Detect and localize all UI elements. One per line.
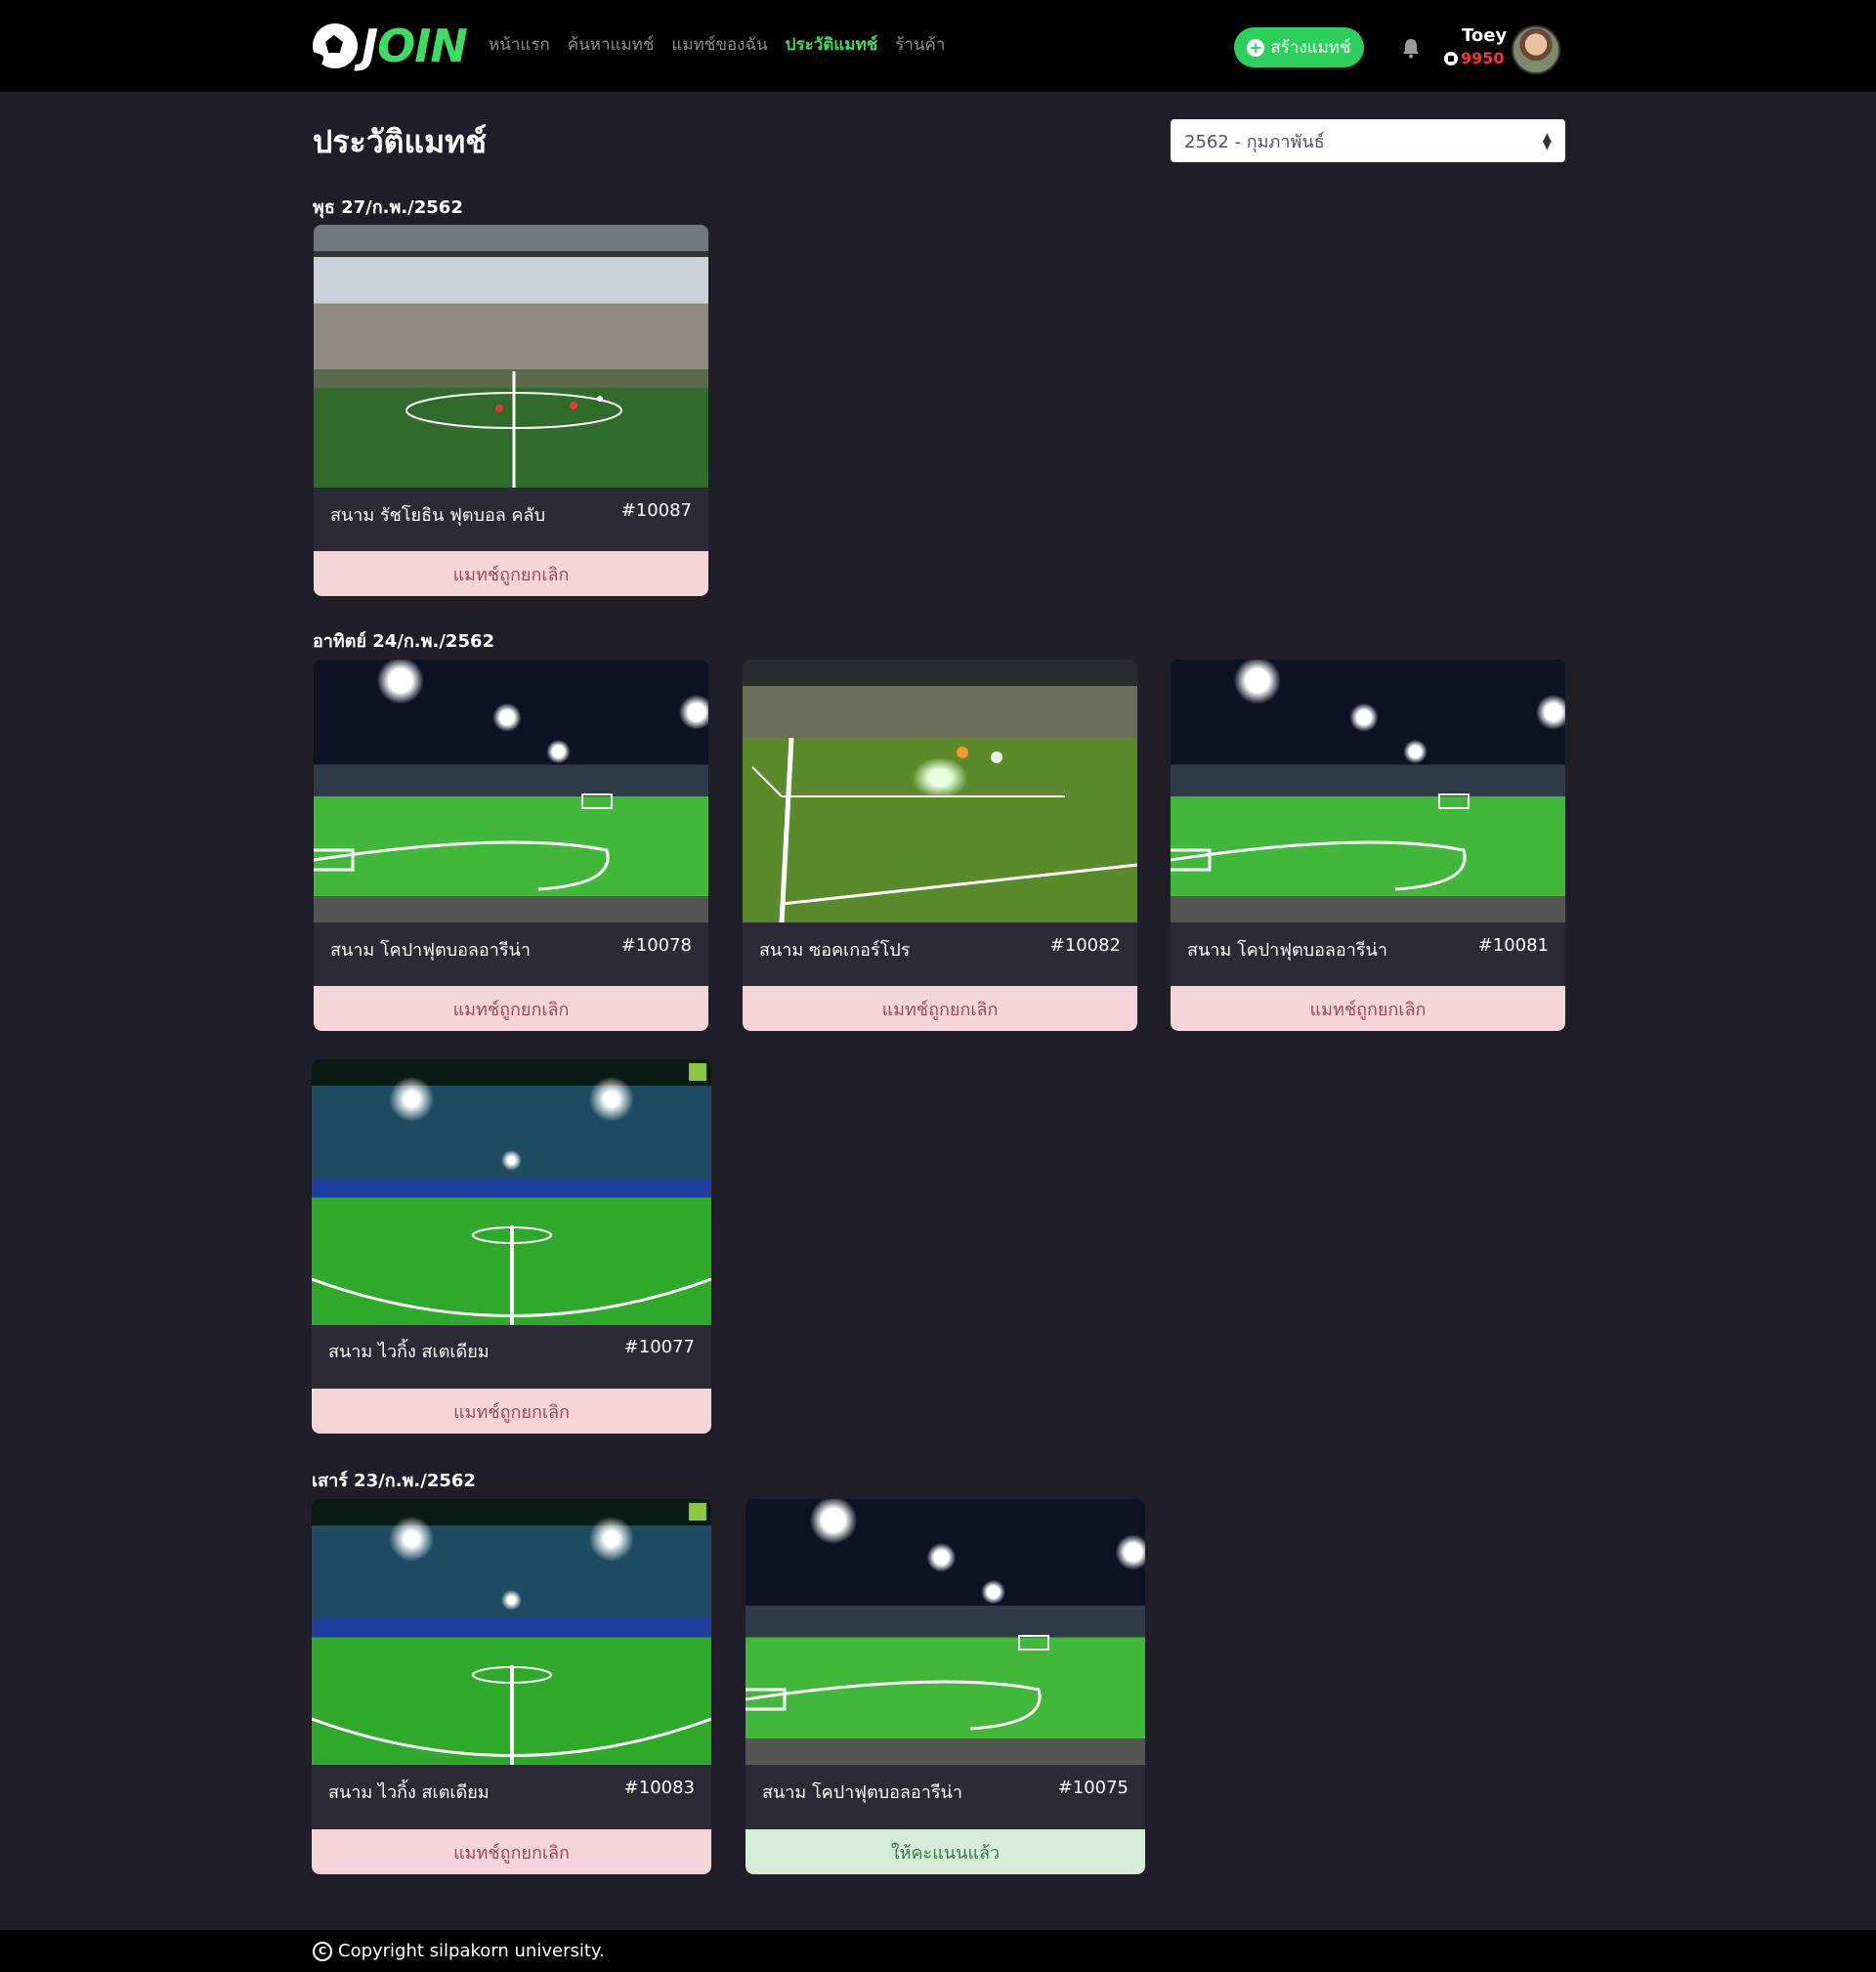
field-lines <box>312 1063 711 1325</box>
logo-text: JOIN <box>362 20 468 72</box>
match-code: #10078 <box>620 935 692 956</box>
match-code: #10083 <box>623 1778 695 1798</box>
venue-image <box>312 1499 711 1765</box>
ball-logo-icon <box>313 23 358 68</box>
nav-find-match[interactable]: ค้นหาแมทช์ <box>568 31 655 58</box>
venue-name: สนาม ไวกิ้ง สเตเดียม <box>328 1782 490 1803</box>
venue-name: สนาม ไวกิ้ง สเตเดียม <box>328 1342 490 1362</box>
match-card[interactable]: สนาม โคปาฟุตบอลอารีน่า #10075 ให้คะแนนแล… <box>746 1499 1145 1874</box>
venue-image <box>743 660 1137 922</box>
field-lines <box>1171 793 1470 891</box>
main-nav: หน้าแรก ค้นหาแมทช์ แมทช์ของฉัน ประวัติแม… <box>489 31 945 58</box>
logo-text-right: OIN <box>377 20 468 72</box>
avatar[interactable] <box>1512 25 1560 74</box>
status-badge: แมทช์ถูกยกเลิก <box>312 1389 711 1434</box>
venue-name: สนาม โคปาฟุตบอลอารีน่า <box>1187 940 1387 961</box>
footer: C Copyright silpakorn university. <box>0 1930 1876 1972</box>
match-card[interactable]: สนาม ไวกิ้ง สเตเดียม #10083 แมทช์ถูกยกเล… <box>312 1499 711 1874</box>
nav-shop[interactable]: ร้านค้า <box>895 31 945 58</box>
match-card[interactable]: สนาม ไวกิ้ง สเตเดียม #10077 แมทช์ถูกยกเล… <box>312 1059 711 1434</box>
date-heading: พุธ 27/ก.พ./2562 <box>313 197 463 218</box>
plus-icon: + <box>1247 38 1265 57</box>
footer-text: C Copyright silpakorn university. <box>313 1941 605 1961</box>
venue-image <box>314 660 708 922</box>
nav-home[interactable]: หน้าแรก <box>489 31 550 58</box>
user-name[interactable]: Toey <box>1462 25 1507 46</box>
ball-icon <box>1444 51 1458 65</box>
venue-image <box>746 1499 1145 1765</box>
match-code: #10087 <box>620 500 692 521</box>
bell-icon[interactable] <box>1401 37 1421 59</box>
date-heading: เสาร์ 23/ก.พ./2562 <box>312 1471 476 1491</box>
status-badge: แมทช์ถูกยกเลิก <box>314 551 708 596</box>
join-logo[interactable]: JOIN <box>313 20 468 72</box>
venue-name: สนาม โคปาฟุตบอลอารีน่า <box>762 1782 962 1803</box>
match-code: #10082 <box>1049 935 1121 956</box>
status-badge: แมทช์ถูกยกเลิก <box>314 986 708 1031</box>
create-match-label: สร้างแมทช์ <box>1270 38 1351 58</box>
venue-name: สนาม ซอคเกอร์โปร <box>759 940 911 961</box>
match-card[interactable]: สนาม โคปาฟุตบอลอารีน่า #10078 แมทช์ถูกยก… <box>314 660 708 1031</box>
field-lines <box>314 793 613 891</box>
page-title: ประวัติแมทช์ <box>313 123 487 160</box>
month-select-value: 2562 - กุมภาพันธ์ <box>1184 131 1325 152</box>
create-match-button[interactable]: + สร้างแมทช์ <box>1234 27 1364 67</box>
match-code: #10081 <box>1477 935 1549 956</box>
status-badge: ให้คะแนนแล้ว <box>746 1829 1145 1874</box>
field-lines <box>746 1635 1049 1731</box>
match-card[interactable]: สนาม รัชโยธิน ฟุตบอล คลับ #10087 แมทช์ถู… <box>314 225 708 596</box>
match-card[interactable]: สนาม โคปาฟุตบอลอารีน่า #10081 แมทช์ถูกยก… <box>1171 660 1565 1031</box>
user-points: 9950 <box>1444 49 1505 67</box>
points-value: 9950 <box>1461 49 1505 67</box>
status-badge: แมทช์ถูกยกเลิก <box>312 1829 711 1874</box>
date-heading: อาทิตย์ 24/ก.พ./2562 <box>313 631 495 652</box>
top-navbar: JOIN หน้าแรก ค้นหาแมทช์ แมทช์ของฉัน ประว… <box>0 0 1876 92</box>
field-lines <box>314 251 708 488</box>
venue-image <box>312 1059 711 1325</box>
venue-image <box>1171 660 1565 922</box>
logo-text-left: J <box>362 20 378 72</box>
copyright-text: Copyright silpakorn university. <box>338 1941 605 1961</box>
nav-my-matches[interactable]: แมทช์ของฉัน <box>671 31 767 58</box>
match-card[interactable]: สนาม ซอคเกอร์โปร #10082 แมทช์ถูกยกเลิก <box>743 660 1137 1031</box>
venue-image <box>314 225 708 488</box>
field-lines <box>751 737 1137 922</box>
field-lines <box>312 1503 711 1765</box>
month-select[interactable]: 2562 - กุมภาพันธ์ ▲ ▼ <box>1171 119 1565 162</box>
nav-match-history[interactable]: ประวัติแมทช์ <box>786 31 878 58</box>
status-badge: แมทช์ถูกยกเลิก <box>743 986 1137 1031</box>
select-arrows-icon: ▲ ▼ <box>1542 130 1552 151</box>
status-badge: แมทช์ถูกยกเลิก <box>1171 986 1565 1031</box>
venue-name: สนาม รัชโยธิน ฟุตบอล คลับ <box>330 505 546 526</box>
match-code: #10077 <box>623 1337 695 1357</box>
copyright-icon: C <box>313 1941 332 1961</box>
match-code: #10075 <box>1057 1778 1129 1798</box>
venue-name: สนาม โคปาฟุตบอลอารีน่า <box>330 940 531 961</box>
